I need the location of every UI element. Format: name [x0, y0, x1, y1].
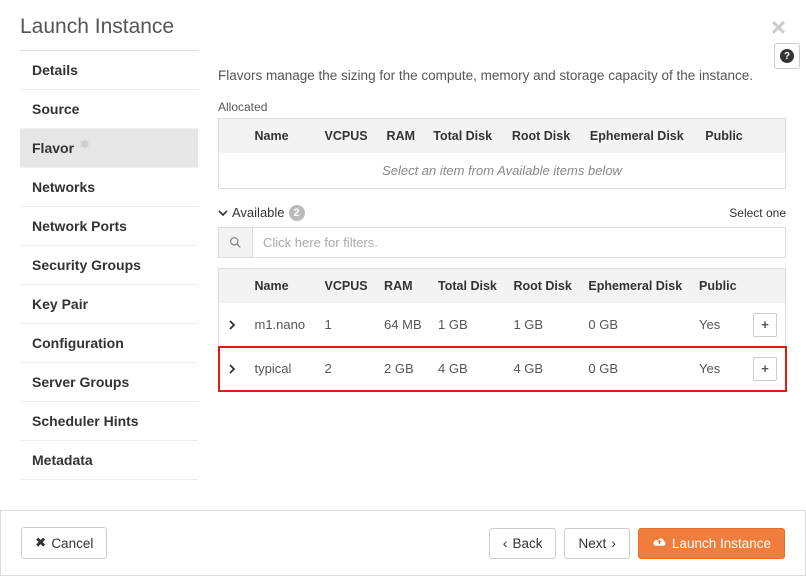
- col-vcpus: VCPUS: [317, 118, 379, 153]
- col-ram: RAM: [379, 118, 426, 153]
- nav-item-scheduler-hints[interactable]: Scheduler Hints: [20, 402, 198, 441]
- cell-vcpus: 1: [317, 303, 377, 347]
- cell-public: Yes: [691, 303, 745, 347]
- available-toggle[interactable]: Available 2: [218, 205, 305, 221]
- available-header-row: Name VCPUS RAM Total Disk Root Disk Ephe…: [219, 268, 786, 303]
- plus-icon: +: [761, 361, 769, 376]
- nav-item-details[interactable]: Details: [20, 51, 198, 90]
- expand-row-button[interactable]: [219, 303, 247, 347]
- nav-item-source[interactable]: Source: [20, 90, 198, 129]
- close-icon[interactable]: ×: [771, 14, 786, 40]
- add-flavor-button[interactable]: +: [753, 357, 777, 381]
- modal-title: Launch Instance: [20, 15, 174, 39]
- col-ephemeral-disk: Ephemeral Disk: [580, 268, 691, 303]
- col-vcpus: VCPUS: [317, 268, 377, 303]
- cell-ephemeral-disk: 0 GB: [580, 347, 691, 392]
- modal-body: Details Source Flavor✱ Networks Network …: [0, 50, 806, 480]
- cloud-upload-icon: [652, 536, 667, 551]
- select-one-label: Select one: [729, 206, 786, 220]
- chevron-left-icon: ‹: [503, 536, 508, 550]
- nav-item-server-groups[interactable]: Server Groups: [20, 363, 198, 402]
- launch-instance-modal: Launch Instance × Details Source Flavor✱…: [0, 0, 806, 576]
- question-icon: ?: [780, 49, 794, 63]
- cell-root-disk: 1 GB: [505, 303, 580, 347]
- col-ram: RAM: [376, 268, 430, 303]
- nav-item-network-ports[interactable]: Network Ports: [20, 207, 198, 246]
- col-root-disk: Root Disk: [505, 268, 580, 303]
- help-button[interactable]: ?: [774, 43, 800, 69]
- col-public: Public: [691, 268, 745, 303]
- cell-ephemeral-disk: 0 GB: [580, 303, 691, 347]
- modal-footer: ✖ Cancel ‹ Back Next › Launch Instance: [0, 510, 806, 576]
- add-flavor-button[interactable]: +: [753, 313, 777, 337]
- flavor-panel: ? Flavors manage the sizing for the comp…: [218, 50, 786, 480]
- available-table: Name VCPUS RAM Total Disk Root Disk Ephe…: [218, 268, 786, 392]
- allocated-header-row: Name VCPUS RAM Total Disk Root Disk Ephe…: [219, 118, 786, 153]
- col-total-disk: Total Disk: [425, 118, 504, 153]
- nav-item-networks[interactable]: Networks: [20, 168, 198, 207]
- plus-icon: +: [761, 317, 769, 332]
- chevron-down-icon: [218, 208, 228, 218]
- cell-total-disk: 4 GB: [430, 347, 505, 392]
- cancel-button[interactable]: ✖ Cancel: [21, 527, 107, 559]
- back-button[interactable]: ‹ Back: [489, 528, 557, 559]
- filter-row: [218, 227, 786, 258]
- x-icon: ✖: [35, 535, 46, 551]
- available-count-badge: 2: [289, 205, 305, 221]
- cell-ram: 64 MB: [376, 303, 430, 347]
- nav-item-flavor[interactable]: Flavor✱: [20, 129, 198, 168]
- footer-right-group: ‹ Back Next › Launch Instance: [489, 528, 785, 559]
- panel-description: Flavors manage the sizing for the comput…: [218, 66, 786, 86]
- cell-vcpus: 2: [317, 347, 377, 392]
- col-ephemeral-disk: Ephemeral Disk: [582, 118, 697, 153]
- col-name: Name: [247, 268, 317, 303]
- allocated-label: Allocated: [218, 100, 786, 114]
- next-button[interactable]: Next ›: [564, 528, 629, 559]
- available-header: Available 2 Select one: [218, 205, 786, 221]
- col-root-disk: Root Disk: [504, 118, 582, 153]
- allocated-table: Name VCPUS RAM Total Disk Root Disk Ephe…: [218, 118, 786, 189]
- allocated-empty-message: Select an item from Available items belo…: [219, 153, 786, 189]
- nav-item-key-pair[interactable]: Key Pair: [20, 285, 198, 324]
- cell-root-disk: 4 GB: [505, 347, 580, 392]
- nav-item-security-groups[interactable]: Security Groups: [20, 246, 198, 285]
- filter-input[interactable]: [253, 228, 785, 257]
- available-label: Available: [232, 205, 285, 220]
- allocated-empty-row: Select an item from Available items belo…: [219, 153, 786, 189]
- cell-total-disk: 1 GB: [430, 303, 505, 347]
- search-icon[interactable]: [219, 228, 253, 257]
- nav-item-metadata[interactable]: Metadata: [20, 441, 198, 480]
- col-name: Name: [247, 118, 317, 153]
- modal-header: Launch Instance ×: [0, 0, 806, 50]
- expand-row-button[interactable]: [219, 347, 247, 392]
- table-row: typical 2 2 GB 4 GB 4 GB 0 GB Yes +: [219, 347, 786, 392]
- wizard-nav: Details Source Flavor✱ Networks Network …: [20, 50, 198, 480]
- chevron-right-icon: ›: [611, 536, 616, 550]
- cell-name: typical: [247, 347, 317, 392]
- col-total-disk: Total Disk: [430, 268, 505, 303]
- launch-instance-button[interactable]: Launch Instance: [638, 528, 785, 559]
- cell-ram: 2 GB: [376, 347, 430, 392]
- col-public: Public: [697, 118, 753, 153]
- required-asterisk-icon: ✱: [80, 138, 89, 151]
- table-row: m1.nano 1 64 MB 1 GB 1 GB 0 GB Yes +: [219, 303, 786, 347]
- cell-public: Yes: [691, 347, 745, 392]
- cell-name: m1.nano: [247, 303, 317, 347]
- nav-item-configuration[interactable]: Configuration: [20, 324, 198, 363]
